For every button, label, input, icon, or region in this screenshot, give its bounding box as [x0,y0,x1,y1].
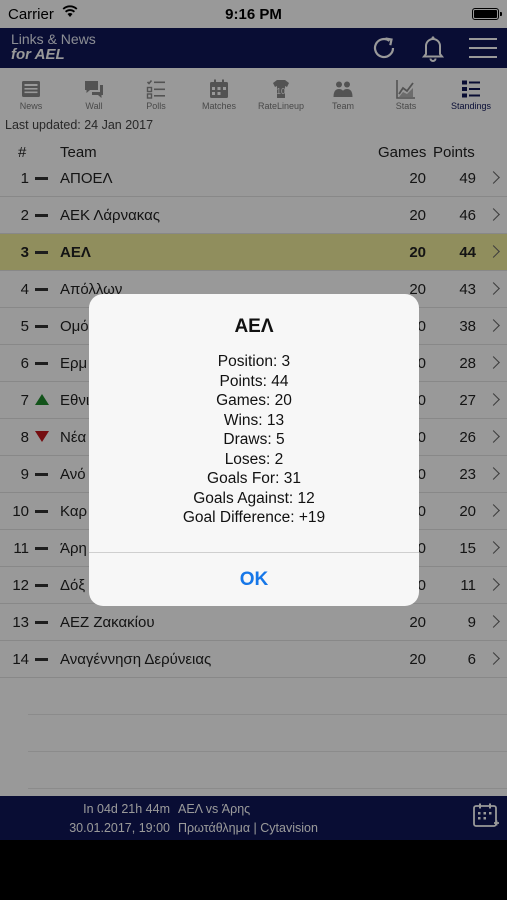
alert-stat-line: Loses: 2 [224,450,284,468]
team-details-alert: ΑΕΛ Position: 3 Points: 44 Games: 20 Wins: … [89,294,419,606]
alert-title: ΑΕΛ [234,316,274,337]
alert-stat-line: Goal Difference: +19 [182,509,326,526]
alert-stat-line: Games: 20 [216,392,292,409]
ok-button[interactable]: OK [89,553,419,606]
alert-stat-line: Goals For: 31 [207,470,301,487]
app-screen: Carrier 9:16 PM Links & News for AEL New… [0,0,507,840]
alert-message: Position: 3 Points: 44 Games: 20 Wins: 13 Dr… [89,352,419,528]
alert-stat-line: Draws: 5 [223,431,285,448]
alert-stat-line: Wins: 13 [223,411,285,429]
alert-stat-line: Points: 44 [219,372,289,390]
alert-stat-line: Position: 3 [217,353,291,370]
alert-stat-line: Goals Against: 12 [193,489,315,507]
